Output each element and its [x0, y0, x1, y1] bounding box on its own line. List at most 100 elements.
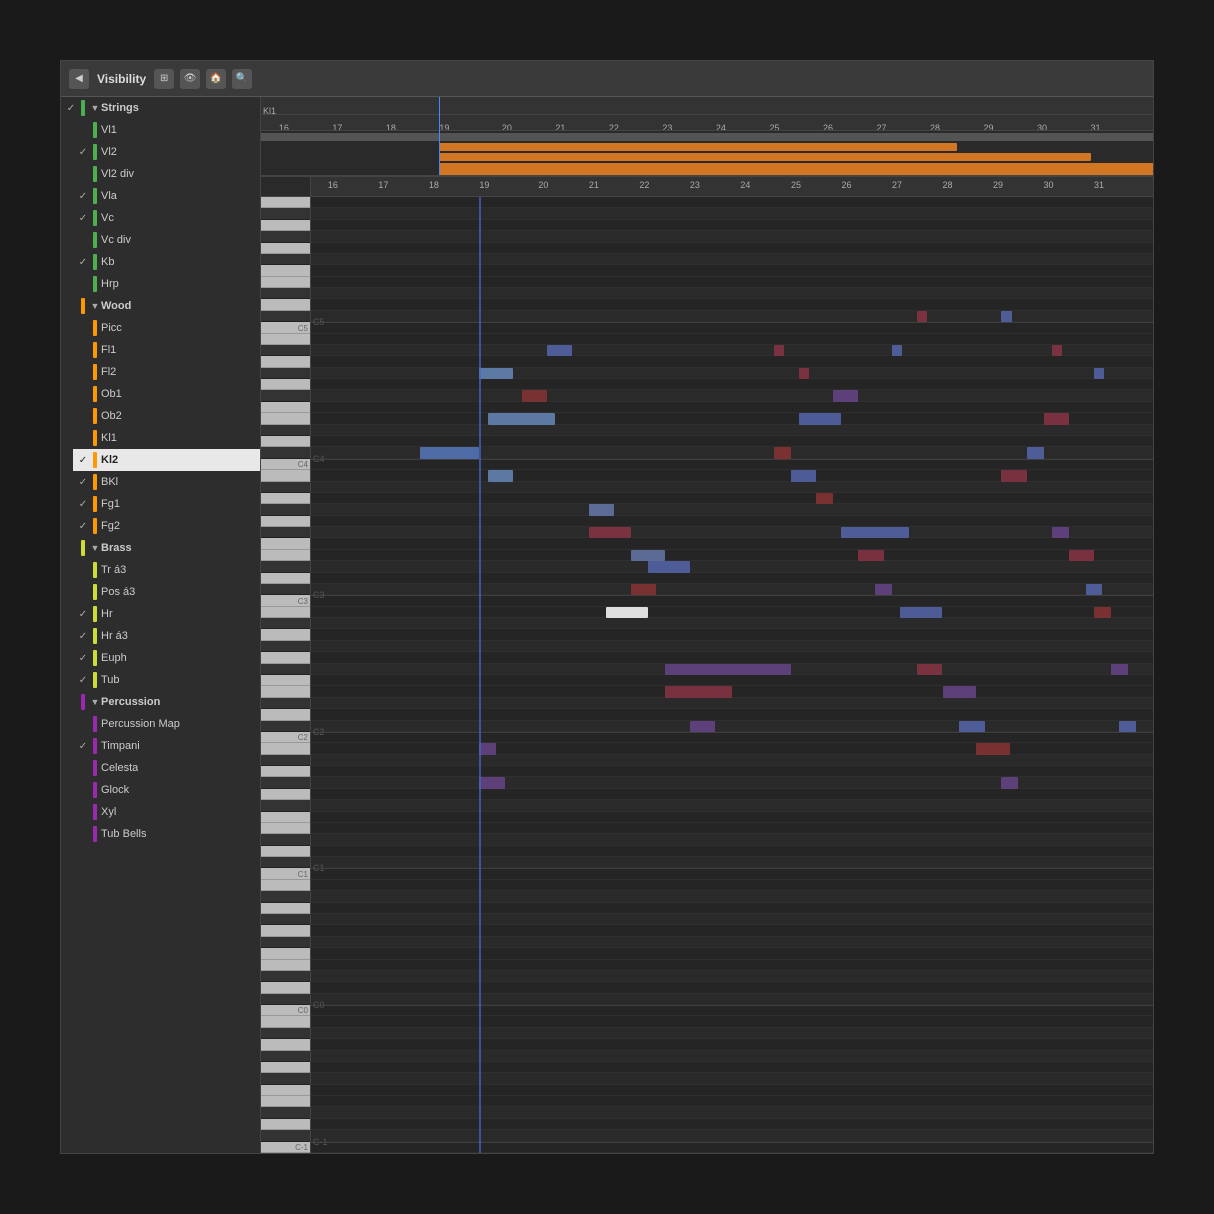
piano-key-F-1[interactable]	[261, 1085, 310, 1096]
group-brass[interactable]: ▼ Brass	[61, 537, 260, 559]
piano-key-Db4[interactable]	[261, 447, 310, 458]
track-ob1[interactable]: Ob1	[73, 383, 260, 405]
track-xyl[interactable]: Xyl	[73, 801, 260, 823]
home-icon[interactable]: 🏠	[206, 69, 226, 89]
piano-key-B0[interactable]	[261, 880, 310, 891]
piano-key-Ab0[interactable]	[261, 914, 310, 925]
piano-key-Bb-1[interactable]	[261, 1028, 310, 1039]
piano-key-F0[interactable]	[261, 948, 310, 959]
piano-key-Eb4[interactable]	[261, 425, 310, 436]
piano-key-Bb3[interactable]	[261, 482, 310, 493]
piano-key-G-1[interactable]	[261, 1062, 310, 1073]
piano-key-B5[interactable]	[261, 197, 310, 208]
piano-key-E-1[interactable]	[261, 1096, 310, 1107]
piano-key-B1[interactable]	[261, 743, 310, 754]
track-tub[interactable]: ✓ Tub	[73, 669, 260, 691]
strings-arrow[interactable]: ▼	[89, 103, 101, 113]
piano-key-D0[interactable]	[261, 982, 310, 993]
group-percussion[interactable]: ▼ Percussion	[61, 691, 260, 713]
track-vc[interactable]: ✓ Vc	[73, 207, 260, 229]
piano-key-Ab2[interactable]	[261, 641, 310, 652]
track-hrp[interactable]: Hrp	[73, 273, 260, 295]
track-tra3[interactable]: Tr á3	[73, 559, 260, 581]
piano-key-Bb0[interactable]	[261, 891, 310, 902]
piano-key-A-1[interactable]	[261, 1039, 310, 1050]
eye-icon[interactable]: 👁	[180, 69, 200, 89]
piano-key-Db5[interactable]	[261, 311, 310, 322]
piano-key-Gb5[interactable]	[261, 254, 310, 265]
piano-key-F5[interactable]	[261, 265, 310, 276]
wood-arrow[interactable]: ▼	[89, 301, 101, 311]
piano-key-C4[interactable]: C4	[261, 459, 310, 470]
piano-key-B2[interactable]	[261, 607, 310, 618]
track-kl2[interactable]: ✓ Kl2	[73, 449, 260, 471]
piano-key-E1[interactable]	[261, 823, 310, 834]
piano-key-Db3[interactable]	[261, 584, 310, 595]
piano-key-F4[interactable]	[261, 402, 310, 413]
piano-key-B4[interactable]	[261, 334, 310, 345]
piano-key-Bb5[interactable]	[261, 208, 310, 219]
piano-key-Ab-1[interactable]	[261, 1051, 310, 1062]
piano-key-Db0[interactable]	[261, 994, 310, 1005]
piano-key-D3[interactable]	[261, 573, 310, 584]
piano-key-Db2[interactable]	[261, 721, 310, 732]
piano-key-Eb0[interactable]	[261, 971, 310, 982]
track-vl1[interactable]: Vl1	[73, 119, 260, 141]
track-euph[interactable]: ✓ Euph	[73, 647, 260, 669]
piano-key-C1[interactable]: C1	[261, 868, 310, 879]
track-fl2[interactable]: Fl2	[73, 361, 260, 383]
piano-key-C0[interactable]: C0	[261, 1005, 310, 1016]
piano-key-Eb2[interactable]	[261, 698, 310, 709]
piano-key-Eb-1[interactable]	[261, 1107, 310, 1118]
percussion-arrow[interactable]: ▼	[89, 697, 101, 707]
piano-key-Eb1[interactable]	[261, 834, 310, 845]
piano-key-A4[interactable]	[261, 356, 310, 367]
piano-key-Eb5[interactable]	[261, 288, 310, 299]
piano-key-F3[interactable]	[261, 538, 310, 549]
piano-key-E4[interactable]	[261, 413, 310, 424]
track-vcdiv[interactable]: Vc div	[73, 229, 260, 251]
note-grid[interactable]: C5C4C3C2C1C0C-1	[311, 197, 1153, 1153]
piano-key-E5[interactable]	[261, 277, 310, 288]
track-vla[interactable]: ✓ Vla	[73, 185, 260, 207]
track-hr[interactable]: ✓ Hr	[73, 603, 260, 625]
track-ob2[interactable]: Ob2	[73, 405, 260, 427]
piano-key-D1[interactable]	[261, 846, 310, 857]
search-icon[interactable]: 🔍	[232, 69, 252, 89]
piano-key-C-1[interactable]: C-1	[261, 1142, 310, 1153]
track-celesta[interactable]: Celesta	[73, 757, 260, 779]
piano-key-C3[interactable]: C3	[261, 595, 310, 606]
track-fl1[interactable]: Fl1	[73, 339, 260, 361]
piano-key-G1[interactable]	[261, 789, 310, 800]
layout-icon[interactable]: ⊞	[154, 69, 174, 89]
back-button[interactable]: ◀	[69, 69, 89, 89]
track-timpani[interactable]: ✓ Timpani	[73, 735, 260, 757]
track-vl2[interactable]: ✓ Vl2	[73, 141, 260, 163]
piano-key-E0[interactable]	[261, 960, 310, 971]
piano-key-F2[interactable]	[261, 675, 310, 686]
piano-key-D-1[interactable]	[261, 1119, 310, 1130]
piano-key-Ab4[interactable]	[261, 368, 310, 379]
piano-key-Gb4[interactable]	[261, 390, 310, 401]
track-kl1[interactable]: Kl1	[73, 427, 260, 449]
piano-key-Bb2[interactable]	[261, 618, 310, 629]
piano-key-E3[interactable]	[261, 550, 310, 561]
piano-key-A2[interactable]	[261, 629, 310, 640]
piano-key-E2[interactable]	[261, 686, 310, 697]
track-glock[interactable]: Glock	[73, 779, 260, 801]
piano-key-D5[interactable]	[261, 299, 310, 310]
piano-key-Gb-1[interactable]	[261, 1073, 310, 1084]
track-bkl[interactable]: ✓ BKl	[73, 471, 260, 493]
piano-key-Ab1[interactable]	[261, 777, 310, 788]
track-hra3[interactable]: ✓ Hr á3	[73, 625, 260, 647]
track-vl2div[interactable]: Vl2 div	[73, 163, 260, 185]
piano-key-Gb1[interactable]	[261, 800, 310, 811]
piano-key-B-1[interactable]	[261, 1016, 310, 1027]
piano-key-A3[interactable]	[261, 493, 310, 504]
piano-key-A5[interactable]	[261, 220, 310, 231]
piano-key-Gb2[interactable]	[261, 664, 310, 675]
brass-arrow[interactable]: ▼	[89, 543, 101, 553]
track-picc[interactable]: Picc	[73, 317, 260, 339]
track-percmap[interactable]: Percussion Map	[73, 713, 260, 735]
piano-key-Ab3[interactable]	[261, 504, 310, 515]
